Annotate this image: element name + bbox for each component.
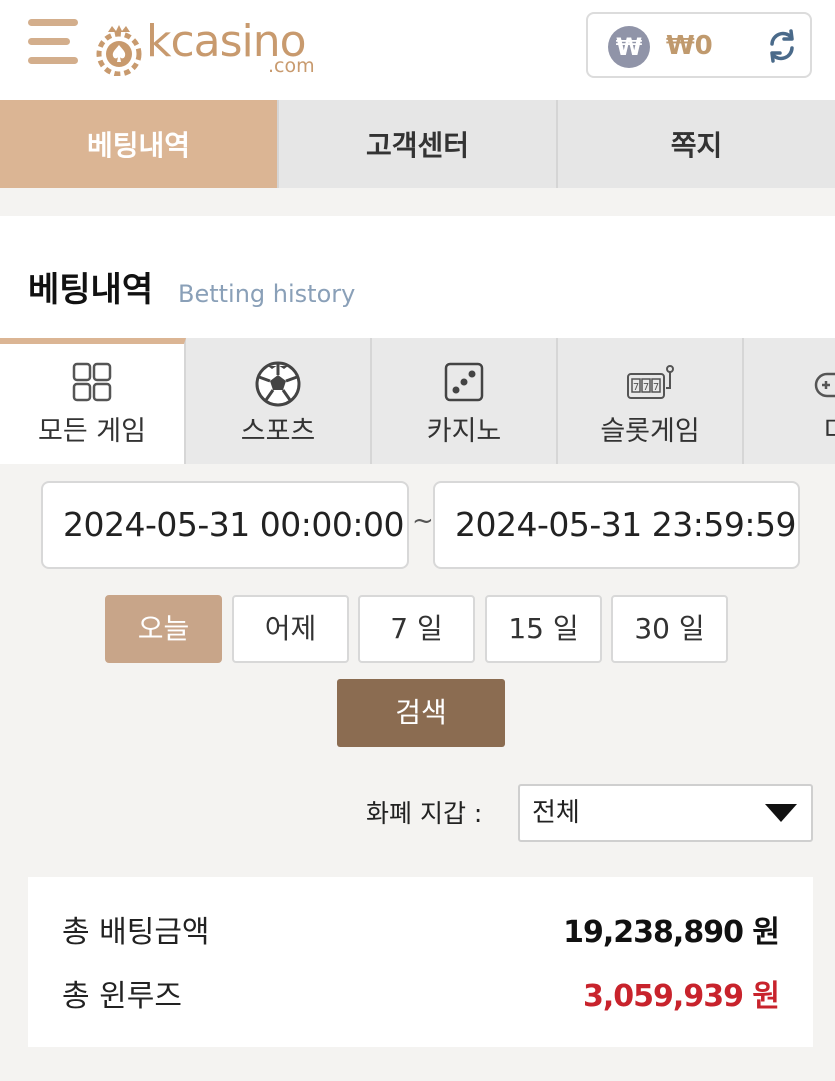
casino-chip-icon [96, 25, 142, 76]
game-tab-label: 스포츠 [240, 416, 316, 447]
tab-customer-center[interactable]: 고객센터 [279, 100, 558, 188]
game-tab-slots[interactable]: 7 7 7 슬롯게임 [558, 338, 744, 464]
caret-down-icon [765, 804, 797, 822]
svg-text:7: 7 [633, 382, 639, 393]
game-tab-label: 미 [744, 414, 835, 450]
grid-icon [72, 362, 112, 402]
search-button[interactable]: 검색 [337, 679, 505, 747]
currency-wallet-label: 화폐 지갑 : [366, 799, 483, 828]
dice-icon [444, 362, 484, 402]
end-date-input[interactable]: 2024-05-31 23:59:59 [433, 481, 800, 569]
betting-summary: 총 배팅금액 19,238,890 원 총 윈루즈 3,059,939 원 [28, 877, 813, 1047]
game-tab-all[interactable]: 모든 게임 [0, 338, 186, 464]
soccer-ball-icon [255, 361, 301, 407]
tab-messages[interactable]: 쪽지 [558, 100, 835, 188]
logo-domain: .com [268, 55, 315, 77]
period-30days-button[interactable]: 30 일 [611, 595, 728, 663]
period-7days-button[interactable]: 7 일 [358, 595, 475, 663]
date-range-separator: ~ [412, 506, 434, 536]
menu-icon[interactable] [28, 19, 78, 71]
period-15days-button[interactable]: 15 일 [485, 595, 602, 663]
wallet-balance: ₩ ₩0 [586, 12, 812, 78]
start-date-input[interactable]: 2024-05-31 00:00:00 [41, 481, 409, 569]
refresh-icon[interactable] [764, 28, 800, 64]
top-navigation: 베팅내역 고객센터 쪽지 [0, 100, 835, 188]
won-icon: ₩ [608, 26, 650, 68]
page-title: 베팅내역 [28, 270, 154, 310]
period-today-button[interactable]: 오늘 [105, 595, 222, 663]
game-tab-label: 카지노 [426, 416, 502, 447]
header: kcasino .com ₩ ₩0 [0, 0, 835, 100]
section-header: 베팅내역 Betting history [0, 216, 835, 340]
game-tab-sports[interactable]: 스포츠 [186, 338, 372, 464]
game-category-tabs: 모든 게임 스포츠 카지노 7 7 7 슬롯게임 [0, 338, 835, 464]
page-subtitle: Betting history [178, 280, 356, 308]
slot-machine-icon: 7 7 7 [627, 365, 674, 399]
total-bet-label: 총 배팅금액 [62, 915, 210, 950]
game-tab-casino[interactable]: 카지노 [372, 338, 558, 464]
period-yesterday-button[interactable]: 어제 [232, 595, 349, 663]
currency-select-value: 전체 [532, 798, 580, 828]
gamepad-icon [814, 372, 835, 398]
total-winloss-value: 3,059,939 원 [583, 979, 780, 1014]
logo[interactable]: kcasino .com [96, 14, 336, 78]
tab-betting-history[interactable]: 베팅내역 [0, 100, 279, 188]
currency-wallet-select[interactable]: 전체 [518, 784, 813, 842]
total-bet-value: 19,238,890 원 [563, 915, 780, 950]
balance-value: ₩0 [666, 31, 713, 61]
game-tab-label: 슬롯게임 [600, 416, 700, 447]
game-tab-minigame[interactable]: 미 [744, 338, 835, 464]
svg-text:7: 7 [653, 382, 659, 393]
total-winloss-label: 총 윈루즈 [62, 979, 182, 1014]
game-tab-label: 모든 게임 [38, 416, 146, 447]
svg-text:7: 7 [643, 382, 649, 393]
